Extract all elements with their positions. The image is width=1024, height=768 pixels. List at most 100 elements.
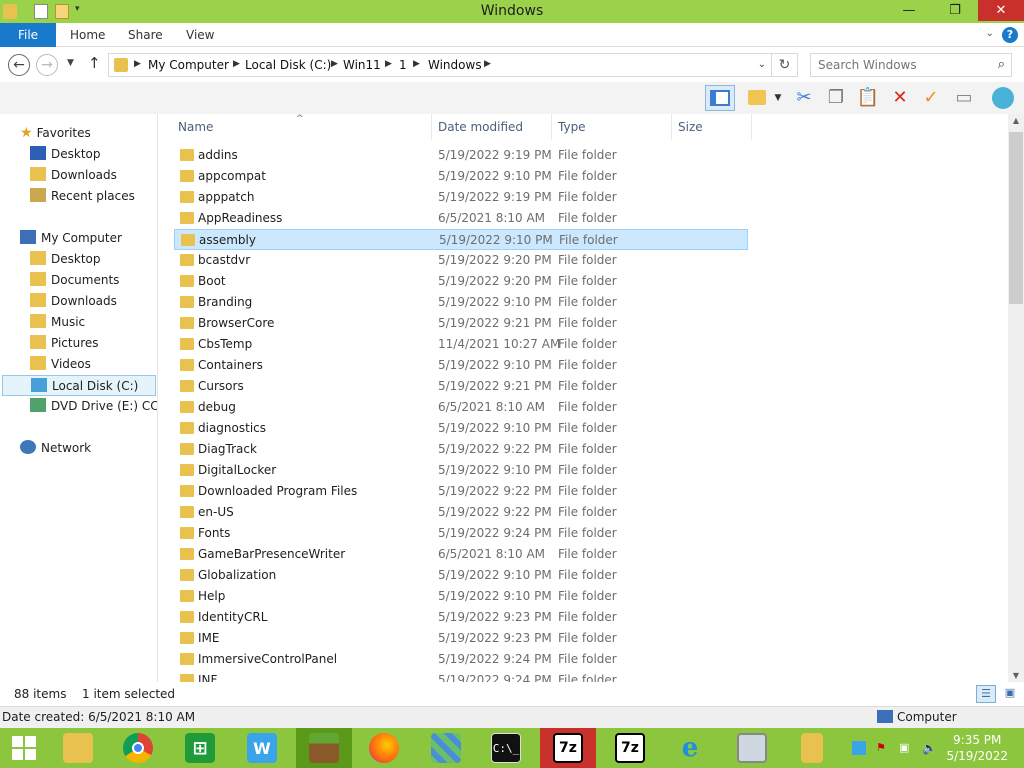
nav-pc-documents[interactable]: Documents: [30, 270, 119, 291]
nav-fav-desktop[interactable]: Desktop: [30, 144, 101, 165]
clock[interactable]: 9:35 PM 5/19/2022: [946, 732, 1008, 764]
start-button[interactable]: [0, 728, 48, 768]
speaker-muted-icon[interactable]: 🔈: [922, 741, 937, 755]
table-row[interactable]: DiagTrack 5/19/2022 9:22 PM File folder: [174, 439, 748, 460]
table-row[interactable]: appcompat 5/19/2022 9:10 PM File folder: [174, 166, 748, 187]
taskbar-monitor[interactable]: [724, 728, 780, 768]
table-row[interactable]: bcastdvr 5/19/2022 9:20 PM File folder: [174, 250, 748, 271]
nav-pc-desktop[interactable]: Desktop: [30, 249, 101, 270]
table-row[interactable]: Globalization 5/19/2022 9:10 PM File folde…: [174, 565, 748, 586]
search-icon[interactable]: ⌕: [998, 57, 1005, 72]
nav-fav-recent[interactable]: Recent places: [30, 186, 135, 207]
network-icon[interactable]: ▣: [899, 741, 913, 755]
column-header-type[interactable]: Type: [554, 114, 672, 140]
table-row[interactable]: debug 6/5/2021 8:10 AM File folder: [174, 397, 748, 418]
column-header-date[interactable]: Date modified: [434, 114, 552, 140]
refresh-button[interactable]: ↻: [772, 53, 798, 77]
back-button[interactable]: ←: [8, 54, 30, 76]
column-header-name[interactable]: Name ^: [174, 114, 432, 140]
table-row[interactable]: INF 5/19/2022 9:24 PM File folder: [174, 670, 748, 682]
taskbar-internet-explorer[interactable]: e: [662, 728, 718, 768]
taskbar-chrome[interactable]: [110, 728, 166, 768]
taskbar-firefox[interactable]: [356, 728, 412, 768]
breadcrumb-win11[interactable]: Win11: [343, 58, 381, 72]
table-row[interactable]: IME 5/19/2022 9:23 PM File folder: [174, 628, 748, 649]
taskbar-cmd[interactable]: C:\_: [478, 728, 534, 768]
nav-favorites[interactable]: ★ Favorites: [20, 123, 91, 144]
nav-network[interactable]: Network: [20, 438, 91, 459]
search-box[interactable]: ⌕: [810, 53, 1012, 77]
chevron-down-icon[interactable]: ⌄: [986, 28, 994, 39]
nav-pc-local-disk[interactable]: Local Disk (C:): [2, 375, 156, 396]
up-button[interactable]: ↑: [88, 54, 101, 72]
breadcrumb-my-computer[interactable]: My Computer: [148, 58, 229, 72]
taskbar-minecraft[interactable]: [296, 728, 352, 768]
table-row[interactable]: GameBarPresenceWriter 6/5/2021 8:10 AM Fil…: [174, 544, 748, 565]
preview-pane-icon[interactable]: [705, 85, 735, 111]
forward-button[interactable]: →: [36, 54, 58, 76]
vertical-scrollbar[interactable]: ▲ ▼: [1008, 114, 1024, 682]
table-row[interactable]: assembly 5/19/2022 9:10 PM File folder: [174, 229, 748, 250]
breadcrumb-1[interactable]: 1: [399, 58, 407, 72]
table-row[interactable]: Downloaded Program Files 5/19/2022 9:22 P…: [174, 481, 748, 502]
table-row[interactable]: AppReadiness 6/5/2021 8:10 AM File folder: [174, 208, 748, 229]
tab-share[interactable]: Share: [128, 23, 163, 47]
nav-pc-music[interactable]: Music: [30, 312, 85, 333]
details-view-icon[interactable]: ☰: [976, 685, 996, 703]
search-input[interactable]: [818, 58, 988, 72]
breadcrumb-windows[interactable]: Windows: [428, 58, 482, 72]
chevron-right-icon[interactable]: ▶: [484, 59, 491, 69]
chevron-down-icon[interactable]: ⌄: [758, 59, 766, 70]
folder-options-icon[interactable]: [743, 85, 771, 111]
taskbar-cubes-app[interactable]: [418, 728, 474, 768]
table-row[interactable]: Branding 5/19/2022 9:10 PM File folder: [174, 292, 748, 313]
address-bar[interactable]: ▶ My Computer ▶ Local Disk (C:) ▶ Win11 …: [108, 53, 772, 77]
flag-icon[interactable]: ⚑: [876, 741, 890, 755]
taskbar-7zip-1[interactable]: 7z: [540, 728, 596, 768]
chevron-right-icon[interactable]: ▶: [134, 59, 141, 69]
breadcrumb-local-disk[interactable]: Local Disk (C:): [245, 58, 331, 72]
taskbar-explorer-folder[interactable]: [784, 728, 840, 768]
table-row[interactable]: BrowserCore 5/19/2022 9:21 PM File folder: [174, 313, 748, 334]
paste-icon[interactable]: 📋: [854, 85, 882, 111]
network-globe-icon[interactable]: [989, 85, 1017, 111]
taskbar-file-manager[interactable]: [50, 728, 106, 768]
scroll-up-icon[interactable]: ▲: [1008, 116, 1024, 125]
chevron-right-icon[interactable]: ▶: [385, 59, 392, 69]
table-row[interactable]: apppatch 5/19/2022 9:19 PM File folder: [174, 187, 748, 208]
nav-pc-videos[interactable]: Videos: [30, 354, 91, 375]
delete-icon[interactable]: ✕: [886, 85, 914, 111]
table-row[interactable]: Boot 5/19/2022 9:20 PM File folder: [174, 271, 748, 292]
tab-file[interactable]: File: [0, 23, 56, 47]
scrollbar-thumb[interactable]: [1009, 132, 1023, 304]
tab-view[interactable]: View: [186, 23, 214, 47]
table-row[interactable]: ImmersiveControlPanel 5/19/2022 9:24 PM Fi…: [174, 649, 748, 670]
cut-icon[interactable]: ✂: [790, 85, 818, 111]
table-row[interactable]: CbsTemp 11/4/2021 10:27 AM File folder: [174, 334, 748, 355]
nav-pc-dvd-drive[interactable]: DVD Drive (E:) CCCC: [30, 396, 157, 417]
table-row[interactable]: en-US 5/19/2022 9:22 PM File folder: [174, 502, 748, 523]
nav-my-computer[interactable]: My Computer: [20, 228, 122, 249]
tab-home[interactable]: Home: [70, 23, 105, 47]
taskbar-store[interactable]: ⊞: [172, 728, 228, 768]
nav-fav-downloads[interactable]: Downloads: [30, 165, 117, 186]
chevron-right-icon[interactable]: ▶: [331, 59, 338, 69]
table-row[interactable]: addins 5/19/2022 9:19 PM File folder: [174, 145, 748, 166]
chevron-right-icon[interactable]: ▶: [233, 59, 240, 69]
table-row[interactable]: diagnostics 5/19/2022 9:10 PM File folder: [174, 418, 748, 439]
maximize-button[interactable]: ❐: [932, 0, 978, 21]
help-icon[interactable]: ?: [1002, 27, 1018, 43]
table-row[interactable]: DigitalLocker 5/19/2022 9:10 PM File folde…: [174, 460, 748, 481]
table-row[interactable]: IdentityCRL 5/19/2022 9:23 PM File folder: [174, 607, 748, 628]
scroll-down-icon[interactable]: ▼: [1008, 671, 1024, 680]
chevron-down-icon[interactable]: ▼: [771, 85, 785, 111]
nav-pc-pictures[interactable]: Pictures: [30, 333, 99, 354]
table-row[interactable]: Cursors 5/19/2022 9:21 PM File folder: [174, 376, 748, 397]
table-row[interactable]: Help 5/19/2022 9:10 PM File folder: [174, 586, 748, 607]
table-row[interactable]: Containers 5/19/2022 9:10 PM File folder: [174, 355, 748, 376]
taskbar-app-w[interactable]: W: [234, 728, 290, 768]
chevron-right-icon[interactable]: ▶: [413, 59, 420, 69]
tray-app-icon[interactable]: [852, 741, 866, 755]
table-row[interactable]: Fonts 5/19/2022 9:24 PM File folder: [174, 523, 748, 544]
nav-pc-downloads[interactable]: Downloads: [30, 291, 117, 312]
